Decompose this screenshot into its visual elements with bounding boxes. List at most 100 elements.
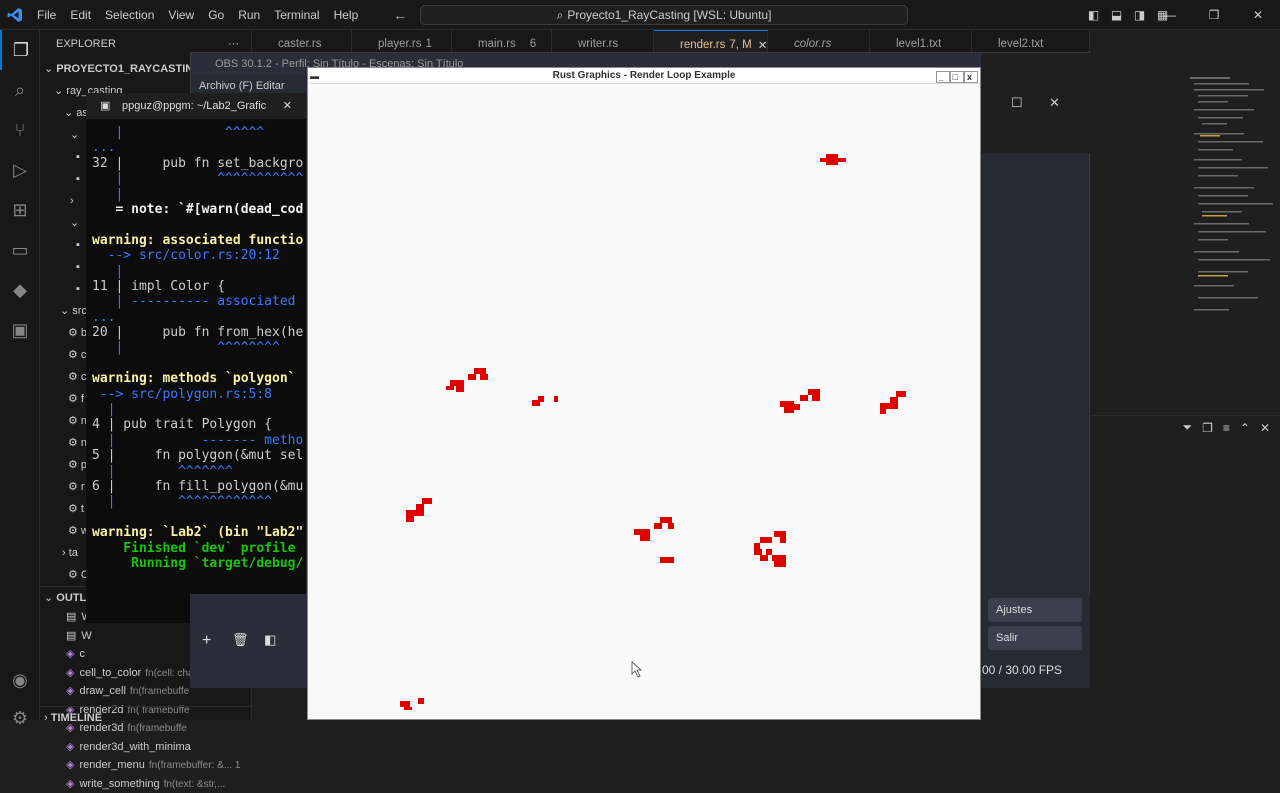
maximize-icon[interactable]: ☐ <box>1011 95 1023 111</box>
close-panel-icon[interactable]: ✕ <box>1260 421 1270 435</box>
rust-window-title: Rust Graphics - Render Loop Example <box>553 70 736 81</box>
cell <box>468 374 476 380</box>
run-debug-icon[interactable]: ▷ <box>0 150 40 190</box>
terminal-window[interactable]: ▣ ppguz@ppgm: ~/Lab2_Grafic ✕ | ^^^^^...… <box>86 93 306 623</box>
cell <box>774 531 786 537</box>
terminal-line: | ^^^^^^^^ <box>92 340 306 355</box>
close-tab-icon[interactable]: ✕ <box>283 93 292 119</box>
cell <box>416 504 424 510</box>
cell <box>808 389 820 395</box>
close-icon[interactable]: x <box>964 71 978 83</box>
minimize-icon[interactable]: — <box>1148 0 1192 30</box>
tab-label: level1.txt <box>896 38 941 50</box>
close-tab-icon[interactable]: ✕ <box>758 38 768 52</box>
outline-item-signature: fn(cell: cha <box>145 668 193 679</box>
timeline-header[interactable]: › TIMELINE <box>40 706 252 728</box>
menu-file[interactable]: File <box>30 0 63 30</box>
cell <box>760 537 772 543</box>
terminal-title-bar: ▣ ppguz@ppgm: ~/Lab2_Grafic ✕ <box>86 93 306 119</box>
function-icon: ◈ <box>66 685 74 697</box>
rust-graphics-window[interactable]: ▬ Rust Graphics - Render Loop Example _□… <box>307 67 981 720</box>
trash-icon[interactable]: 🗑 <box>232 632 249 648</box>
function-icon: ◈ <box>66 741 74 753</box>
outline-item-name: draw_cell <box>79 685 125 697</box>
terminal-line: 6 | fn fill_polygon(&mu <box>92 479 306 494</box>
outline-item[interactable]: ◈render_menufn(framebuffer: &... 1 <box>40 756 251 775</box>
close-icon[interactable]: ✕ <box>1236 0 1280 30</box>
cell <box>660 557 674 563</box>
toggle-panel-icon[interactable]: ⬓ <box>1105 0 1128 30</box>
filter-icon[interactable]: ⏷ <box>1182 420 1192 435</box>
terminal-line: | ------- metho <box>92 433 306 448</box>
search-icon[interactable]: ⌕ <box>0 70 40 110</box>
cell <box>754 543 760 549</box>
comments-icon[interactable]: ▣ <box>0 310 40 350</box>
terminal-title: ppguz@ppgm: ~/Lab2_Grafic <box>122 100 266 112</box>
tab-problem-count: 7, M <box>729 39 751 51</box>
settings-button[interactable]: Ajustes <box>988 598 1082 622</box>
cell <box>532 400 540 406</box>
minimize-icon[interactable]: _ <box>936 71 950 83</box>
cell <box>404 707 412 710</box>
tab-label: player.rs <box>378 38 421 50</box>
cell <box>660 517 672 523</box>
add-icon[interactable]: + <box>202 632 211 650</box>
terminal-icon: ▣ <box>100 93 110 119</box>
command-center-search[interactable]: ⌕ Proyecto1_RayCasting [WSL: Ubuntu] <box>420 5 908 25</box>
menu-go[interactable]: Go <box>201 0 231 30</box>
folder-label: src <box>72 305 87 317</box>
outline-item-name: c <box>79 648 85 660</box>
cell <box>634 529 650 535</box>
restore-icon[interactable]: ❐ <box>1192 0 1236 30</box>
exit-button[interactable]: Salir <box>988 626 1082 650</box>
cell <box>820 158 846 162</box>
cell <box>812 395 820 401</box>
cell <box>754 549 762 555</box>
cell <box>780 537 786 543</box>
minimap[interactable] <box>1190 75 1275 320</box>
outline-item[interactable]: ◈write_somethingfn(text: &str,... <box>40 775 251 793</box>
chevron-up-icon[interactable]: ⌃ <box>1240 421 1250 435</box>
title-bar: File Edit Selection View Go Run Terminal… <box>0 0 1280 30</box>
terminal-line: warning: associated functio <box>92 233 306 248</box>
menu-help[interactable]: Help <box>327 0 366 30</box>
file-label: r <box>81 481 85 493</box>
fps-readout: 00 / 30.00 FPS <box>982 663 1062 677</box>
close-icon[interactable]: ✕ <box>1049 95 1060 111</box>
terminal-line: --> src/polygon.rs:5:8 <box>92 387 306 402</box>
maximize-icon[interactable]: □ <box>950 71 964 83</box>
menu-view[interactable]: View <box>161 0 201 30</box>
toggle-sidebar-icon[interactable]: ◧ <box>1082 0 1105 30</box>
activity-bar: ❐ ⌕ ⑂ ▷ ⊞ ▭ ◆ ▣ ◉ ⚙ <box>0 30 40 720</box>
explorer-icon[interactable]: ❐ <box>0 30 40 70</box>
terminal-line: = note: `#[warn(dead_cod <box>92 202 306 217</box>
cell <box>794 404 800 410</box>
menu-selection[interactable]: Selection <box>98 0 161 30</box>
remote-explorer-icon[interactable]: ▭ <box>0 230 40 270</box>
filter-settings-icon[interactable]: ◧ <box>264 632 276 648</box>
back-arrow-icon[interactable]: ← <box>387 7 413 23</box>
docker-icon[interactable]: ◆ <box>0 270 40 310</box>
cell <box>446 386 454 390</box>
outline-item[interactable]: ◈render3d_with_minima <box>40 738 251 757</box>
cell <box>766 549 772 555</box>
menu-run[interactable]: Run <box>231 0 267 30</box>
settings-gear-icon[interactable]: ⚙ <box>0 698 40 738</box>
copy-icon[interactable]: ❐ <box>1202 421 1213 435</box>
source-control-icon[interactable]: ⑂ <box>0 110 40 150</box>
cell <box>826 162 838 165</box>
cell <box>668 523 674 529</box>
list-icon[interactable]: ≡ <box>1223 421 1230 435</box>
game-of-life-canvas[interactable] <box>308 84 980 719</box>
cell <box>400 701 410 707</box>
variable-icon: ▤ <box>66 630 76 642</box>
file-label: t <box>81 503 84 515</box>
app-icon: ▬ <box>310 68 319 84</box>
account-icon[interactable]: ◉ <box>0 660 40 700</box>
extensions-icon[interactable]: ⊞ <box>0 190 40 230</box>
menu-edit[interactable]: Edit <box>63 0 98 30</box>
tab-label: caster.rs <box>278 38 321 50</box>
terminal-line: 11 | impl Color { <box>92 279 306 294</box>
menu-terminal[interactable]: Terminal <box>267 0 326 30</box>
terminal-line: | ---------- associated <box>92 294 306 309</box>
